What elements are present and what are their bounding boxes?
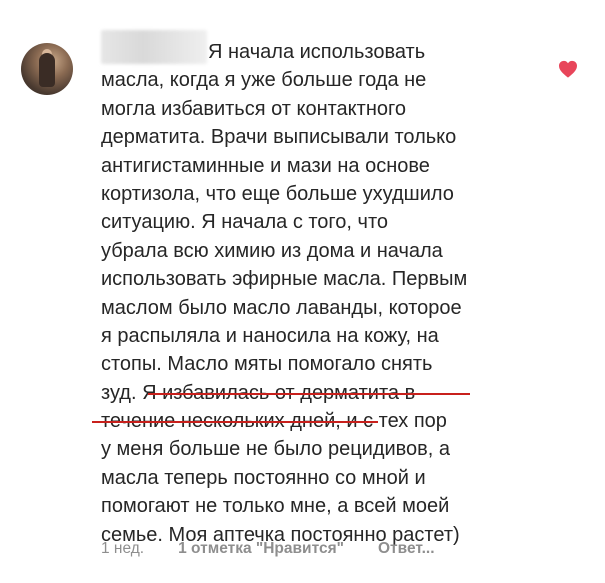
avatar-figure <box>39 53 55 87</box>
comment: Я начала использовать масла, когда я уже… <box>0 0 605 583</box>
comment-line: использовать эфирные масла. Первым <box>101 268 468 291</box>
comment-footer: 1 нед. 1 отметка "Нравится" Ответ... <box>101 540 435 558</box>
comment-line: могла избавиться от контактного <box>101 97 406 120</box>
likes-count-link[interactable]: 1 отметка "Нравится" <box>178 540 344 558</box>
comment-line: убрала всю химию из дома и начала <box>101 239 443 262</box>
reply-button[interactable]: Ответ... <box>378 540 435 558</box>
comment-line: Я начала использовать <box>208 41 426 63</box>
comment-line: маслом было масло лаванды, которое <box>101 296 462 319</box>
comment-line: у меня больше не было рецидивов, а <box>101 438 451 461</box>
heart-icon[interactable] <box>558 60 578 78</box>
highlight-underline <box>92 421 378 423</box>
comment-text: Я начала использовать масла, когда я уже… <box>101 38 551 549</box>
comment-line: стопы. Масло мяты помогало снять <box>101 353 433 376</box>
comment-line: дерматита. Врачи выписывали только <box>101 126 457 149</box>
avatar[interactable] <box>21 43 73 95</box>
comment-line: антигистаминные и мази на основе <box>101 154 430 177</box>
comment-timestamp: 1 нед. <box>101 540 145 557</box>
comment-line: ситуацию. Я начала с того, что <box>101 211 389 234</box>
comment-line: масла теперь постоянно со мной и <box>101 466 426 489</box>
comment-line: масла, когда я уже больше года не <box>101 69 427 92</box>
comment-line: помогают не только мне, а всей моей <box>101 495 450 518</box>
highlight-underline <box>148 393 470 395</box>
comment-line: я распыляла и наносила на кожу, на <box>101 324 439 347</box>
comment-line: кортизола, что еще больше ухудшило <box>101 182 454 205</box>
